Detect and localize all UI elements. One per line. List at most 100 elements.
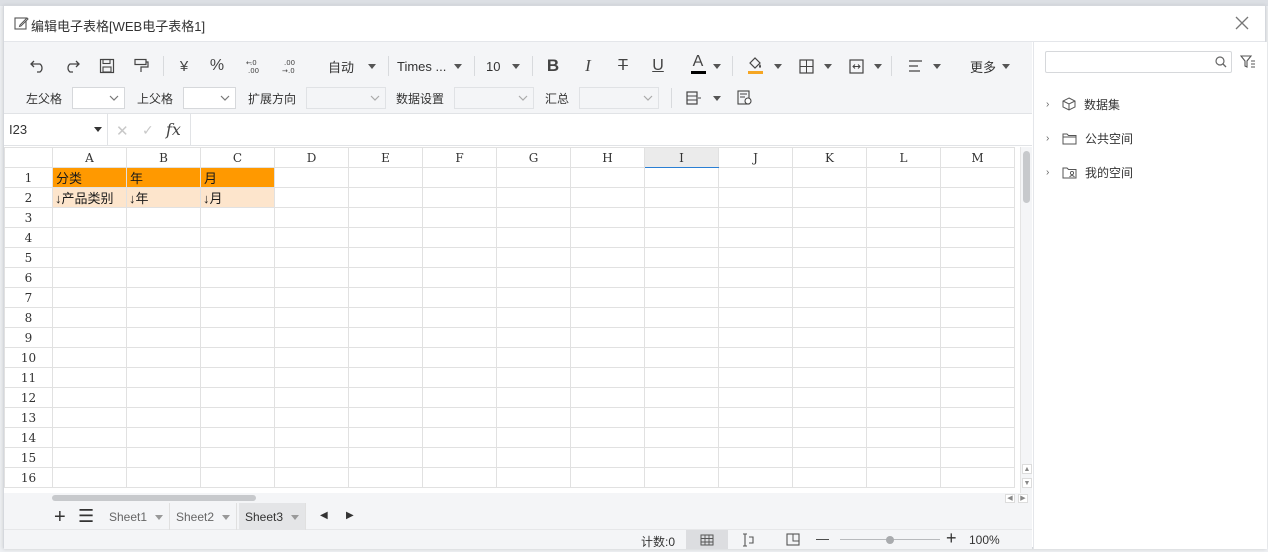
cell-G13[interactable]	[496, 407, 571, 428]
cell-J11[interactable]	[718, 367, 793, 388]
row-header[interactable]: 15	[4, 447, 53, 468]
cell-I7[interactable]	[644, 287, 719, 308]
row-header[interactable]: 8	[4, 307, 53, 328]
panel-search-input[interactable]	[1050, 52, 1210, 72]
cell-B10[interactable]	[126, 347, 201, 368]
cell-F11[interactable]	[422, 367, 497, 388]
cell-C3[interactable]	[200, 207, 275, 228]
border-icon[interactable]	[794, 55, 818, 77]
cell-J14[interactable]	[718, 427, 793, 448]
horizontal-scroll-thumb[interactable]	[52, 495, 256, 501]
cell-F5[interactable]	[422, 247, 497, 268]
cell-C9[interactable]	[200, 327, 275, 348]
cell-J15[interactable]	[718, 447, 793, 468]
cell-G5[interactable]	[496, 247, 571, 268]
filter-icon[interactable]	[1240, 54, 1256, 70]
select-all-corner[interactable]	[4, 147, 53, 168]
cell-name-box[interactable]: I23	[4, 114, 108, 145]
cell-F1[interactable]	[422, 167, 497, 188]
cell-G4[interactable]	[496, 227, 571, 248]
cell-K14[interactable]	[792, 427, 867, 448]
cell-H4[interactable]	[570, 227, 645, 248]
tree-item-dataset[interactable]: › 数据集	[1046, 94, 1120, 114]
sheet-tab-2[interactable]: Sheet2	[170, 503, 237, 530]
cell-H2[interactable]	[570, 187, 645, 208]
cell-J2[interactable]	[718, 187, 793, 208]
cell-L4[interactable]	[866, 227, 941, 248]
spreadsheet-grid[interactable]: A B C D E F G H I J K L M 1 分类年月 2 ↓产品类别 ↓年 ↓月 3 4 5 6 7 8 9 10 11 1…	[4, 147, 1032, 493]
cell-K10[interactable]	[792, 347, 867, 368]
cell-K11[interactable]	[792, 367, 867, 388]
cell-D9[interactable]	[274, 327, 349, 348]
column-header[interactable]: B	[126, 147, 201, 168]
normal-view-button[interactable]	[686, 530, 728, 549]
column-header[interactable]: L	[866, 147, 941, 168]
cell-I9[interactable]	[644, 327, 719, 348]
add-sheet-button[interactable]: +	[54, 506, 66, 529]
column-header[interactable]: K	[792, 147, 867, 168]
cancel-icon[interactable]: ✕	[116, 122, 129, 140]
cell-K1[interactable]	[792, 167, 867, 188]
cell-G12[interactable]	[496, 387, 571, 408]
cell-C16[interactable]	[200, 467, 275, 488]
cell-A11[interactable]	[52, 367, 127, 388]
cell-C10[interactable]	[200, 347, 275, 368]
cell-G14[interactable]	[496, 427, 571, 448]
save-icon[interactable]	[95, 55, 119, 77]
cell-L13[interactable]	[866, 407, 941, 428]
cell-D1[interactable]	[274, 167, 349, 188]
cell-J1[interactable]	[718, 167, 793, 188]
cell-E12[interactable]	[348, 387, 423, 408]
cell-B1[interactable]: 年	[126, 167, 201, 188]
percent-format-button[interactable]: %	[205, 55, 229, 77]
cell-L15[interactable]	[866, 447, 941, 468]
cell-J6[interactable]	[718, 267, 793, 288]
cell-C7[interactable]	[200, 287, 275, 308]
cell-G16[interactable]	[496, 467, 571, 488]
cell-H11[interactable]	[570, 367, 645, 388]
font-size-dropdown[interactable]: 10	[486, 55, 526, 77]
cell-K8[interactable]	[792, 307, 867, 328]
cell-G9[interactable]	[496, 327, 571, 348]
font-color-button[interactable]: A	[686, 53, 710, 75]
cell-F2[interactable]	[422, 187, 497, 208]
cell-D7[interactable]	[274, 287, 349, 308]
column-header[interactable]: C	[200, 147, 275, 168]
cell-J12[interactable]	[718, 387, 793, 408]
row-header[interactable]: 12	[4, 387, 53, 408]
decrease-decimal-icon[interactable]: .00 → .0	[276, 55, 304, 77]
cell-B11[interactable]	[126, 367, 201, 388]
column-header[interactable]: J	[718, 147, 793, 168]
cell-B13[interactable]	[126, 407, 201, 428]
cell-M11[interactable]	[940, 367, 1015, 388]
cell-K9[interactable]	[792, 327, 867, 348]
cell-B5[interactable]	[126, 247, 201, 268]
cell-H13[interactable]	[570, 407, 645, 428]
cell-H15[interactable]	[570, 447, 645, 468]
cell-D14[interactable]	[274, 427, 349, 448]
cell-E11[interactable]	[348, 367, 423, 388]
cell-table[interactable]: A B C D E F G H I J K L M 1 分类年月 2 ↓产品类别 ↓年 ↓月 3 4 5 6 7 8 9 10 11 1…	[4, 147, 1015, 488]
cell-A15[interactable]	[52, 447, 127, 468]
cell-L7[interactable]	[866, 287, 941, 308]
scroll-up-icon[interactable]: ▲	[1022, 464, 1032, 474]
settings-sheet-icon[interactable]	[733, 87, 757, 109]
cell-L1[interactable]	[866, 167, 941, 188]
cell-L10[interactable]	[866, 347, 941, 368]
cell-F14[interactable]	[422, 427, 497, 448]
cell-E3[interactable]	[348, 207, 423, 228]
cell-K7[interactable]	[792, 287, 867, 308]
cell-E15[interactable]	[348, 447, 423, 468]
cell-J5[interactable]	[718, 247, 793, 268]
cell-F13[interactable]	[422, 407, 497, 428]
cell-E2[interactable]	[348, 187, 423, 208]
cell-J9[interactable]	[718, 327, 793, 348]
scroll-down-icon[interactable]: ▼	[1022, 478, 1032, 488]
tree-item-public-space[interactable]: › 公共空间	[1046, 128, 1133, 148]
cell-I16[interactable]	[644, 467, 719, 488]
cell-B3[interactable]	[126, 207, 201, 228]
cell-A10[interactable]	[52, 347, 127, 368]
cell-H14[interactable]	[570, 427, 645, 448]
cell-D13[interactable]	[274, 407, 349, 428]
cell-C12[interactable]	[200, 387, 275, 408]
